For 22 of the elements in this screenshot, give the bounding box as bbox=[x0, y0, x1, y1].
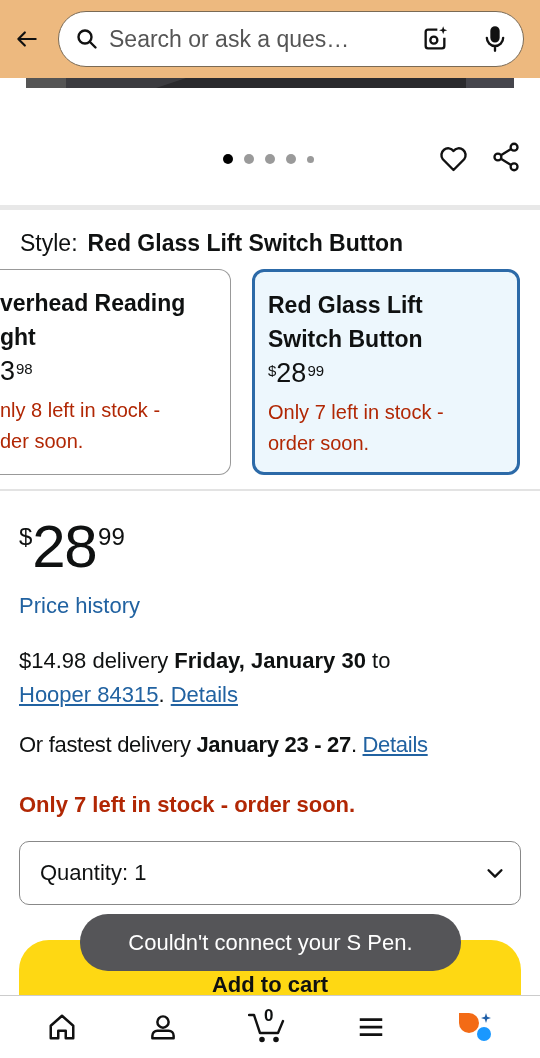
option-stock-text: nly 8 left in stock - der soon. bbox=[0, 397, 162, 454]
address-link[interactable]: Hooper 84315 bbox=[19, 681, 159, 707]
toast-message: Couldn't connect your S Pen. bbox=[80, 914, 461, 971]
option-title: verhead Reading ght bbox=[0, 288, 187, 352]
style-label: Style: bbox=[20, 229, 78, 258]
details-link[interactable]: Details bbox=[362, 731, 428, 757]
heart-icon[interactable] bbox=[439, 145, 468, 172]
search-icon bbox=[75, 27, 99, 51]
delivery-text: $14.98 delivery Friday, January 30 to Hooper 84315. Details bbox=[19, 646, 392, 709]
details-link[interactable]: Details bbox=[170, 681, 238, 707]
home-icon[interactable] bbox=[47, 1012, 78, 1042]
fastest-delivery-text: Or fastest delivery January 23 - 27. Details bbox=[19, 730, 429, 759]
search-field[interactable]: Search or ask a ques… bbox=[109, 21, 405, 57]
option-title: Red Glass Lift Switch Button bbox=[268, 290, 424, 354]
quantity-dropdown[interactable]: Quantity: 1 bbox=[19, 840, 521, 905]
share-icon[interactable] bbox=[492, 142, 520, 172]
chat-bubbles-icon[interactable] bbox=[456, 1011, 493, 1043]
style-value: Red Glass Lift Switch Button bbox=[87, 229, 404, 258]
search-bar[interactable]: Search or ask a ques… bbox=[58, 11, 524, 67]
price-history-link[interactable]: Price history bbox=[19, 588, 141, 622]
stock-warning: Only 7 left in stock - order soon. bbox=[19, 790, 357, 819]
option-stock-text: Only 7 left in stock - order soon. bbox=[268, 399, 445, 456]
